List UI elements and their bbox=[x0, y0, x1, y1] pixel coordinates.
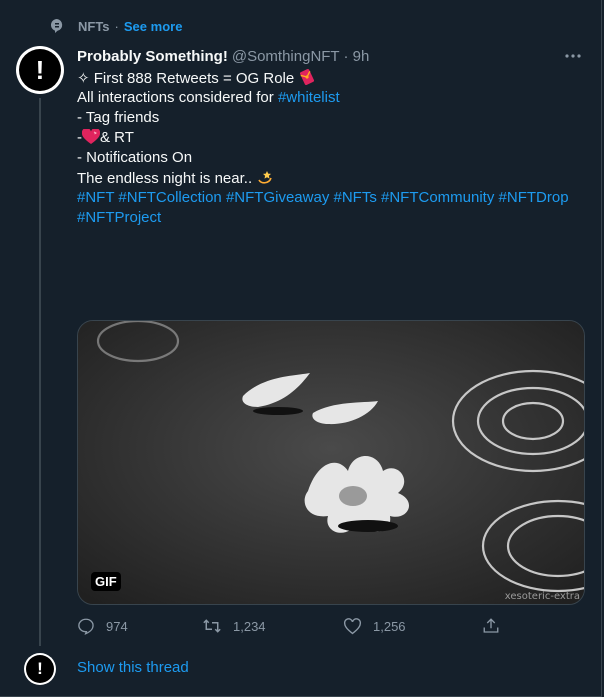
topic-bubble-icon bbox=[48, 17, 66, 35]
hashtag-nftproject[interactable]: #NFTProject bbox=[77, 209, 161, 226]
display-name[interactable]: Probably Something! bbox=[77, 48, 228, 65]
hashtag-nft[interactable]: #NFT bbox=[77, 189, 114, 206]
share-button[interactable] bbox=[482, 617, 511, 635]
line-notifications: - Notifications On bbox=[77, 149, 193, 166]
show-thread-link[interactable]: Show this thread bbox=[77, 659, 189, 676]
hashtags-row-1: #NFT #NFTCollection #NFTGiveaway #NFTs #… bbox=[77, 188, 587, 208]
reply-count: 974 bbox=[106, 618, 128, 634]
tweet-actions: 974 1,234 1,256 bbox=[77, 614, 507, 638]
thread-avatar[interactable]: ! bbox=[24, 653, 56, 685]
like-count: 1,256 bbox=[373, 618, 406, 634]
reply-icon bbox=[78, 618, 94, 635]
reply-button[interactable]: 974 bbox=[77, 617, 128, 635]
hashtag-nftgiveaway[interactable]: #NFTGiveaway bbox=[226, 189, 329, 206]
tweet-header: Probably Something! @SomthingNFT · 9h bbox=[77, 46, 369, 66]
retweet-icon bbox=[203, 619, 221, 633]
line-like-suffix: & RT bbox=[100, 129, 134, 146]
retweet-count: 1,234 bbox=[233, 618, 266, 634]
thread-avatar-glyph: ! bbox=[26, 655, 54, 683]
topic-separator: · bbox=[114, 18, 119, 34]
avatar[interactable]: ! bbox=[16, 46, 64, 94]
hashtags-row-2: #NFTProject bbox=[77, 208, 587, 228]
hashtag-nftcommunity[interactable]: #NFTCommunity bbox=[381, 189, 494, 206]
like-button[interactable]: 1,256 bbox=[343, 617, 406, 635]
gif-media[interactable]: GIF xesoteric-extra bbox=[77, 320, 585, 605]
see-more-link[interactable]: See more bbox=[124, 19, 183, 34]
line-og-role: ✧ First 888 Retweets = OG Role bbox=[77, 70, 295, 87]
hashtag-whitelist[interactable]: #whitelist bbox=[278, 89, 340, 106]
hashtag-nftcollection[interactable]: #NFTCollection bbox=[118, 189, 221, 206]
hashtag-nftdrop[interactable]: #NFTDrop bbox=[499, 189, 569, 206]
media-watermark: xesoteric-extra bbox=[504, 591, 580, 602]
thread-connector-line bbox=[39, 98, 41, 646]
heart-outline-icon bbox=[344, 617, 361, 634]
avatar-glyph: ! bbox=[19, 49, 61, 91]
line-tag-friends: - Tag friends bbox=[77, 109, 160, 126]
retweet-button[interactable]: 1,234 bbox=[202, 617, 266, 635]
line-interactions: All interactions considered for bbox=[77, 89, 278, 106]
tweet-text: ✧ First 888 Retweets = OG Role All inter… bbox=[77, 68, 587, 228]
gif-badge: GIF bbox=[91, 572, 121, 591]
topic-name[interactable]: NFTs bbox=[78, 19, 110, 34]
more-dots-icon bbox=[565, 54, 581, 58]
more-options-button[interactable] bbox=[563, 47, 583, 65]
handle-and-time[interactable]: @SomthingNFT · 9h bbox=[232, 48, 370, 65]
topic-row: NFTs · See more bbox=[48, 16, 182, 36]
gif-frame-image bbox=[78, 321, 584, 604]
hashtag-nfts[interactable]: #NFTs bbox=[333, 189, 376, 206]
share-icon bbox=[483, 618, 499, 633]
line-endless-night: The endless night is near.. bbox=[77, 170, 253, 187]
